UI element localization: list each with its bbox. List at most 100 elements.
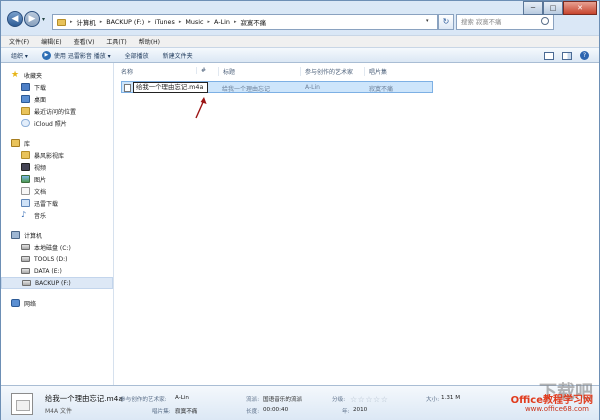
column-title[interactable]: 标题	[218, 67, 235, 76]
pointer-arrow-icon	[195, 97, 207, 119]
address-bar[interactable]: ▸ 计算机 ▸ BACKUP (F:) ▸ iTunes ▸ Music ▸ A…	[52, 14, 438, 30]
details-genre-value[interactable]: 国语音乐的流派	[263, 395, 302, 403]
nav-item-label: 文档	[34, 188, 47, 196]
nav-item-label: TOOLS (D:)	[34, 255, 68, 263]
column-album[interactable]: 唱片集	[364, 67, 387, 76]
libraries-group: 库 暴风影视库 视频 图片 文档 迅雷下载 ♪ 音乐	[1, 137, 113, 221]
column-name[interactable]: 名称	[121, 67, 133, 76]
nav-item-downloads[interactable]: 下载	[1, 81, 113, 93]
play-all-button[interactable]: 全部播放	[125, 51, 149, 60]
nav-item-label: 最近访问的位置	[34, 108, 77, 116]
file-list[interactable]: 名称 # 标题 参与创作的艺术家 唱片集 给我一个理由忘记.m4a 给我一个理由…	[114, 63, 599, 385]
menu-tools[interactable]: 工具(T)	[106, 37, 126, 46]
back-button[interactable]: ◀	[7, 11, 23, 27]
column-artist[interactable]: 参与创作的艺术家	[300, 67, 353, 76]
command-toolbar: 组织 ▾ ▶ 使用 迅雷影音 播放 ▾ 全部播放 新建文件夹 ?	[1, 47, 599, 63]
new-folder-button[interactable]: 新建文件夹	[163, 51, 193, 60]
menu-file[interactable]: 文件(F)	[9, 37, 29, 46]
rename-input[interactable]: 给我一个理由忘记.m4a	[133, 82, 208, 93]
nav-item-desktop[interactable]: 桌面	[1, 93, 113, 105]
explorer-window: ◀ ▶ ▾ ▸ 计算机 ▸ BACKUP (F:) ▸ iTunes ▸ Mus…	[0, 0, 600, 420]
details-artist-label: 参与创作的艺术家:	[120, 397, 167, 403]
maximize-button[interactable]: □	[543, 1, 563, 15]
nav-item-label: 下载	[34, 84, 47, 92]
play-with-button[interactable]: ▶ 使用 迅雷影音 播放 ▾	[41, 50, 111, 60]
menu-edit[interactable]: 编辑(E)	[41, 37, 61, 46]
drive-icon	[21, 268, 30, 274]
search-input[interactable]: 搜索 寂寞不痛	[456, 14, 554, 30]
nav-item-drive-f[interactable]: BACKUP (F:)	[1, 277, 113, 289]
nav-item-label: 本地磁盘 (C:)	[34, 244, 71, 252]
breadcrumb-album[interactable]: 寂寞不痛	[240, 18, 266, 27]
cloud-icon	[21, 119, 30, 127]
menu-bar: 文件(F) 编辑(E) 查看(V) 工具(T) 帮助(H)	[1, 35, 599, 47]
close-button[interactable]: ✕	[563, 1, 597, 15]
nav-item-recent-places[interactable]: 最近访问的位置	[1, 105, 113, 117]
nav-item-label: 视频	[34, 164, 47, 172]
nav-item-drive-d[interactable]: TOOLS (D:)	[1, 253, 113, 265]
details-year-value[interactable]: 2010	[353, 407, 367, 413]
details-year-label: 年:	[342, 409, 350, 415]
cell-artist: A-Lin	[305, 84, 320, 91]
details-genre-label: 流派:	[246, 397, 260, 403]
toolbar-right: ?	[544, 51, 589, 60]
nav-item-thunder-downloads[interactable]: 迅雷下载	[1, 197, 113, 209]
nav-network-label: 网络	[24, 300, 37, 308]
desktop-icon	[21, 95, 30, 103]
nav-network[interactable]: 网络	[1, 297, 113, 309]
details-rating-label: 分级:	[332, 397, 346, 403]
download-icon	[21, 199, 30, 207]
file-thumbnail	[11, 393, 33, 415]
details-album-value[interactable]: 寂寞不痛	[175, 407, 197, 415]
details-file-type: M4A 文件	[45, 408, 73, 415]
nav-favorites[interactable]: ★ 收藏夹	[1, 69, 113, 81]
nav-item-label: 迅雷下载	[34, 200, 59, 208]
nav-item-label: 音乐	[34, 212, 47, 220]
breadcrumb-music[interactable]: Music	[185, 18, 203, 26]
video-icon	[21, 163, 30, 171]
organize-button[interactable]: 组织 ▾	[11, 51, 28, 60]
drive-icon	[21, 256, 30, 262]
rating-stars[interactable]: ☆☆☆☆☆	[350, 395, 388, 404]
preview-pane-icon[interactable]	[562, 51, 572, 60]
details-artist-value[interactable]: A-Lin	[175, 395, 189, 401]
nav-item-baofeng-library[interactable]: 暴风影视库	[1, 149, 113, 161]
nav-item-icloud-photos[interactable]: iCloud 照片	[1, 117, 113, 129]
column-track-number[interactable]: #	[196, 67, 206, 74]
downloads-folder-icon	[21, 83, 30, 91]
search-icon[interactable]	[541, 17, 549, 25]
file-row[interactable]: 给我一个理由忘记.m4a 给我一个理由忘记 A-Lin 寂寞不痛	[121, 81, 433, 93]
recent-places-icon	[21, 107, 30, 115]
address-chevron-icon[interactable]: ▾	[426, 18, 429, 24]
nav-item-pictures[interactable]: 图片	[1, 173, 113, 185]
computer-icon	[11, 231, 20, 239]
title-bar: ◀ ▶ ▾ ▸ 计算机 ▸ BACKUP (F:) ▸ iTunes ▸ Mus…	[1, 1, 599, 35]
forward-button[interactable]: ▶	[24, 11, 40, 27]
favorites-group: ★ 收藏夹 下载 桌面 最近访问的位置 iCloud 照片	[1, 69, 113, 129]
menu-help[interactable]: 帮助(H)	[139, 37, 160, 46]
breadcrumb-backup[interactable]: BACKUP (F:)	[106, 18, 144, 26]
nav-item-label: DATA (E:)	[34, 267, 62, 275]
breadcrumb-computer[interactable]: 计算机	[77, 18, 96, 27]
drive-icon	[22, 280, 31, 286]
nav-item-drive-e[interactable]: DATA (E:)	[1, 265, 113, 277]
nav-item-drive-c[interactable]: 本地磁盘 (C:)	[1, 241, 113, 253]
computer-group: 计算机 本地磁盘 (C:) TOOLS (D:) DATA (E:) BACKU…	[1, 229, 113, 289]
breadcrumb-itunes[interactable]: iTunes	[155, 18, 175, 26]
recent-pages-chevron-icon[interactable]: ▾	[42, 16, 45, 23]
breadcrumb-artist[interactable]: A-Lin	[214, 18, 230, 26]
cell-album: 寂寞不痛	[369, 86, 394, 93]
help-icon[interactable]: ?	[580, 51, 589, 60]
nav-libraries[interactable]: 库	[1, 137, 113, 149]
nav-item-documents[interactable]: 文档	[1, 185, 113, 197]
minimize-button[interactable]: ─	[523, 1, 543, 15]
picture-icon	[21, 175, 30, 183]
nav-computer[interactable]: 计算机	[1, 229, 113, 241]
menu-view[interactable]: 查看(V)	[74, 37, 95, 46]
nav-item-music[interactable]: ♪ 音乐	[1, 209, 113, 221]
nav-item-videos[interactable]: 视频	[1, 161, 113, 173]
play-with-label: 使用 迅雷影音 播放 ▾	[53, 52, 111, 60]
change-view-icon[interactable]	[544, 51, 554, 60]
refresh-button[interactable]: ↻	[438, 14, 454, 30]
star-icon: ★	[11, 70, 20, 80]
